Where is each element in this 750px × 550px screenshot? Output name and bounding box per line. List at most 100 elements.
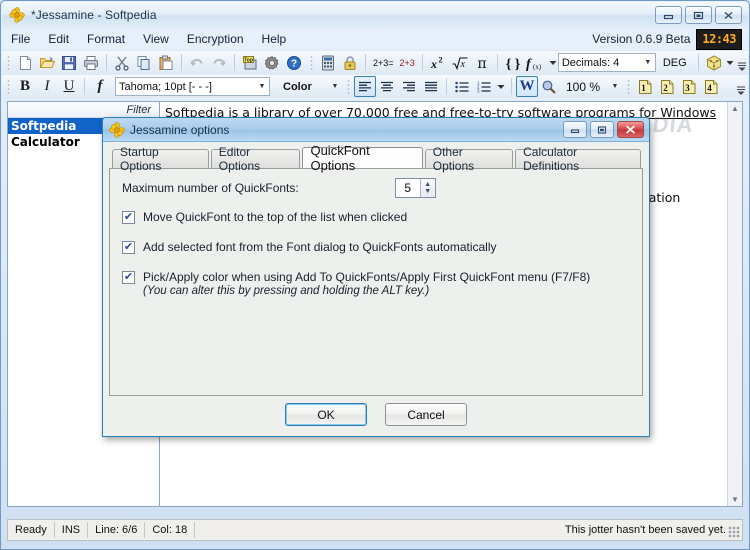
tab-startup-options[interactable]: Startup Options — [112, 145, 209, 173]
calc-simple-label[interactable]: 2+3= — [370, 58, 397, 68]
stepper-arrows[interactable]: ▲ ▼ — [419, 179, 435, 197]
pi-icon[interactable]: π — [471, 52, 493, 73]
redo-icon[interactable] — [208, 52, 230, 73]
tab-quickfont-options[interactable]: QuickFont Options — [302, 143, 423, 173]
bold-button[interactable]: B — [14, 76, 36, 97]
align-justify-icon[interactable] — [420, 76, 442, 97]
resize-grip[interactable] — [728, 526, 740, 538]
always-on-top-icon[interactable]: Top — [239, 52, 261, 73]
checkbox-row-move-quickfont[interactable]: ✔ Move QuickFont to the top of the list … — [110, 210, 642, 224]
menu-edit[interactable]: Edit — [39, 30, 78, 48]
quickfont-3-button[interactable]: 3 — [678, 76, 700, 97]
toolbar-overflow-button[interactable] — [735, 52, 749, 74]
quickfont-2-button[interactable]: 2 — [656, 76, 678, 97]
magnifier-icon[interactable] — [538, 76, 560, 97]
menu-encryption[interactable]: Encryption — [178, 30, 253, 48]
checkbox-label-sub: (You can alter this by pressing and hold… — [143, 285, 430, 297]
maximize-button[interactable] — [685, 6, 712, 24]
scroll-down-arrow-icon[interactable]: ▼ — [731, 493, 739, 506]
toolbar-grip[interactable] — [625, 77, 632, 96]
menu-file[interactable]: File — [2, 30, 39, 48]
underline-button[interactable]: U — [58, 76, 80, 97]
lock-icon[interactable] — [339, 52, 361, 73]
align-left-icon[interactable] — [354, 76, 376, 97]
cut-scissors-icon[interactable] — [111, 52, 133, 73]
zoom-combo[interactable]: 100 % ▼ — [560, 77, 622, 96]
svg-text:3: 3 — [477, 88, 480, 93]
braces-icon[interactable]: { } — [502, 52, 524, 73]
decimals-combo[interactable]: Decimals: 4 ▼ — [557, 53, 656, 72]
checkbox-row-pick-apply-color[interactable]: ✔ Pick/Apply color when using Add To Qui… — [110, 270, 642, 297]
editor-vertical-scrollbar[interactable]: ▲ ▼ — [727, 102, 742, 506]
help-question-icon[interactable]: ? — [283, 52, 305, 73]
list-dropdown-arrow-icon[interactable] — [495, 76, 507, 97]
filter-header[interactable]: Filter — [8, 102, 159, 118]
dialog-minimize-button[interactable] — [563, 121, 587, 138]
save-disk-icon[interactable] — [58, 52, 80, 73]
toolbar-grip[interactable] — [5, 53, 12, 72]
paste-icon[interactable] — [155, 52, 177, 73]
quickfont-4-button[interactable]: 4 — [700, 76, 722, 97]
stepper-down-arrow-icon[interactable]: ▼ — [424, 188, 431, 195]
max-quickfonts-stepper[interactable]: 5 ▲ ▼ — [394, 178, 436, 198]
toolbar-grip[interactable] — [308, 53, 315, 72]
toolbar-grip[interactable] — [5, 77, 12, 96]
chevron-down-icon[interactable]: ▼ — [255, 83, 269, 90]
function-dropdown-arrow-icon[interactable] — [548, 52, 558, 73]
flower-icon — [109, 121, 125, 138]
cancel-button[interactable]: Cancel — [385, 403, 467, 426]
color-combo[interactable]: Color ▼ — [274, 77, 342, 96]
ok-button[interactable]: OK — [285, 403, 367, 426]
flower-icon — [9, 7, 25, 23]
dialog-close-button[interactable] — [617, 121, 644, 138]
align-right-icon[interactable] — [398, 76, 420, 97]
scroll-up-arrow-icon[interactable]: ▲ — [731, 102, 739, 115]
toolbar-grip[interactable] — [345, 77, 352, 96]
align-center-icon[interactable] — [376, 76, 398, 97]
angle-mode-label[interactable]: DEG — [656, 57, 694, 69]
max-quickfonts-value[interactable]: 5 — [396, 181, 420, 195]
menu-help[interactable]: Help — [253, 30, 296, 48]
tab-calculator-definitions[interactable]: Calculator Definitions — [515, 145, 641, 173]
stepper-up-arrow-icon[interactable]: ▲ — [424, 181, 431, 188]
chevron-down-icon[interactable]: ▼ — [641, 59, 655, 66]
toolbar-overflow-button[interactable] — [734, 76, 748, 98]
square-root-icon[interactable]: x — [449, 52, 471, 73]
word-wrap-button[interactable]: W — [516, 76, 538, 97]
svg-text:1: 1 — [641, 83, 646, 93]
checkbox-move-quickfont[interactable]: ✔ — [122, 211, 135, 224]
calc-result-label[interactable]: 2+3 — [397, 58, 418, 68]
window-controls — [655, 6, 742, 24]
quickfont-1-button[interactable]: 1 — [634, 76, 656, 97]
chevron-down-icon[interactable]: ▼ — [328, 83, 342, 90]
menu-view[interactable]: View — [134, 30, 178, 48]
settings-gear-icon[interactable] — [261, 52, 283, 73]
print-icon[interactable] — [80, 52, 102, 73]
dialog-maximize-button[interactable] — [590, 121, 614, 138]
open-folder-icon[interactable] — [36, 52, 58, 73]
undo-icon[interactable] — [186, 52, 208, 73]
minimize-button[interactable] — [655, 6, 682, 24]
new-document-icon[interactable] — [14, 52, 36, 73]
square-x2-icon[interactable]: x2 — [427, 52, 449, 73]
calculator-icon[interactable] — [317, 52, 339, 73]
dice-icon[interactable] — [703, 52, 725, 73]
tab-editor-options[interactable]: Editor Options — [210, 145, 301, 173]
checkbox-row-add-selected-font[interactable]: ✔ Add selected font from the Font dialog… — [110, 240, 642, 254]
svg-text:π: π — [477, 56, 486, 71]
italic-button[interactable]: I — [36, 76, 58, 97]
font-script-button[interactable]: f — [89, 76, 111, 97]
zoom-value: 100 % — [566, 79, 601, 94]
copy-icon[interactable] — [133, 52, 155, 73]
numbered-list-icon[interactable]: 123 — [473, 76, 495, 97]
function-fx-icon[interactable]: f (x) — [524, 52, 548, 73]
dice-dropdown-arrow-icon[interactable] — [725, 52, 735, 73]
checkbox-add-selected-font[interactable]: ✔ — [122, 241, 135, 254]
menu-format[interactable]: Format — [78, 30, 134, 48]
font-combo[interactable]: Tahoma; 10pt [- - -] ▼ — [115, 77, 270, 96]
checkbox-pick-apply-color[interactable]: ✔ — [122, 271, 135, 284]
close-button[interactable] — [715, 6, 742, 24]
chevron-down-icon[interactable]: ▼ — [608, 83, 622, 90]
bullet-list-icon[interactable] — [451, 76, 473, 97]
tab-other-options[interactable]: Other Options — [424, 145, 514, 173]
